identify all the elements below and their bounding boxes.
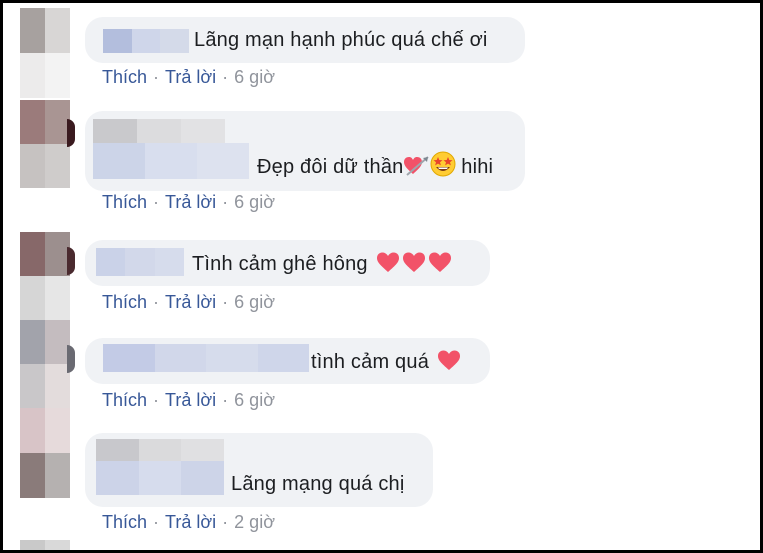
comment-text-main: tình cảm quá xyxy=(311,351,430,373)
commenter-name-blurred[interactable] xyxy=(103,344,309,372)
timestamp[interactable]: 6 giờ xyxy=(234,67,275,87)
reply-link[interactable]: Trả lời xyxy=(165,192,216,212)
comment-thread: Lãng mạn hạnh phúc quá chế ơi Thích · Trả … xyxy=(0,0,763,553)
avatar-edge xyxy=(67,247,75,275)
comment-actions: Thích · Trả lời · 6 giờ xyxy=(102,192,275,213)
like-link[interactable]: Thích xyxy=(102,192,147,212)
comment-text-suffix: hihi xyxy=(461,156,494,178)
comment-text-main: Tình cảm ghê hông xyxy=(192,253,368,275)
like-link[interactable]: Thích xyxy=(102,67,147,87)
separator-dot: · xyxy=(222,512,229,532)
reply-link[interactable]: Trả lời xyxy=(165,67,216,87)
commenter-name-blurred[interactable] xyxy=(96,439,224,461)
avatar-edge xyxy=(67,345,75,373)
commenter-name-blurred-line2 xyxy=(93,143,249,179)
avatar[interactable] xyxy=(20,320,70,408)
heart-icon xyxy=(402,252,425,272)
comment-actions: Thích · Trả lời · 6 giờ xyxy=(102,390,275,411)
comment-text: Tình cảm ghê hông xyxy=(192,251,452,276)
timestamp[interactable]: 2 giờ xyxy=(234,512,275,532)
like-link[interactable]: Thích xyxy=(102,512,147,532)
heart-icon xyxy=(376,252,399,272)
avatar[interactable] xyxy=(20,100,70,188)
comment-actions: Thích · Trả lời · 6 giờ xyxy=(102,292,275,313)
separator-dot: · xyxy=(153,390,160,410)
avatar xyxy=(20,540,70,550)
separator-dot: · xyxy=(153,67,160,87)
heart-icon xyxy=(437,350,460,370)
heart-icon xyxy=(428,252,451,272)
avatar[interactable] xyxy=(20,8,70,98)
separator-dot: · xyxy=(222,67,229,87)
like-link[interactable]: Thích xyxy=(102,390,147,410)
commenter-name-blurred-line2 xyxy=(96,461,224,495)
avatar[interactable] xyxy=(20,408,70,498)
separator-dot: · xyxy=(153,192,160,212)
commenter-name-blurred[interactable] xyxy=(93,119,225,143)
timestamp[interactable]: 6 giờ xyxy=(234,390,275,410)
commenter-name-blurred[interactable] xyxy=(103,29,189,53)
reply-link[interactable]: Trả lời xyxy=(165,292,216,312)
separator-dot: · xyxy=(153,292,160,312)
separator-dot: · xyxy=(153,512,160,532)
like-link[interactable]: Thích xyxy=(102,292,147,312)
comment-text-main: Đẹp đôi dữ thần xyxy=(257,156,404,178)
heart-arrow-icon xyxy=(403,155,430,183)
comment-actions: Thích · Trả lời · 6 giờ xyxy=(102,67,275,88)
commenter-name-blurred[interactable] xyxy=(96,248,184,276)
separator-dot: · xyxy=(222,390,229,410)
avatar[interactable] xyxy=(20,232,70,320)
timestamp[interactable]: 6 giờ xyxy=(234,192,275,212)
comment-text: Đẹp đôi dữ thần hihi xyxy=(257,151,493,183)
comment-text: Lãng mạng quá chị xyxy=(231,473,405,495)
reply-link[interactable]: Trả lời xyxy=(165,390,216,410)
comment-text: Lãng mạn hạnh phúc quá chế ơi xyxy=(194,29,488,51)
comment-actions: Thích · Trả lời · 2 giờ xyxy=(102,512,275,533)
avatar-edge xyxy=(67,119,75,147)
reply-link[interactable]: Trả lời xyxy=(165,512,216,532)
separator-dot: · xyxy=(222,192,229,212)
comment-text: tình cảm quá xyxy=(311,349,461,374)
separator-dot: · xyxy=(222,292,229,312)
star-struck-icon xyxy=(430,151,456,183)
timestamp[interactable]: 6 giờ xyxy=(234,292,275,312)
